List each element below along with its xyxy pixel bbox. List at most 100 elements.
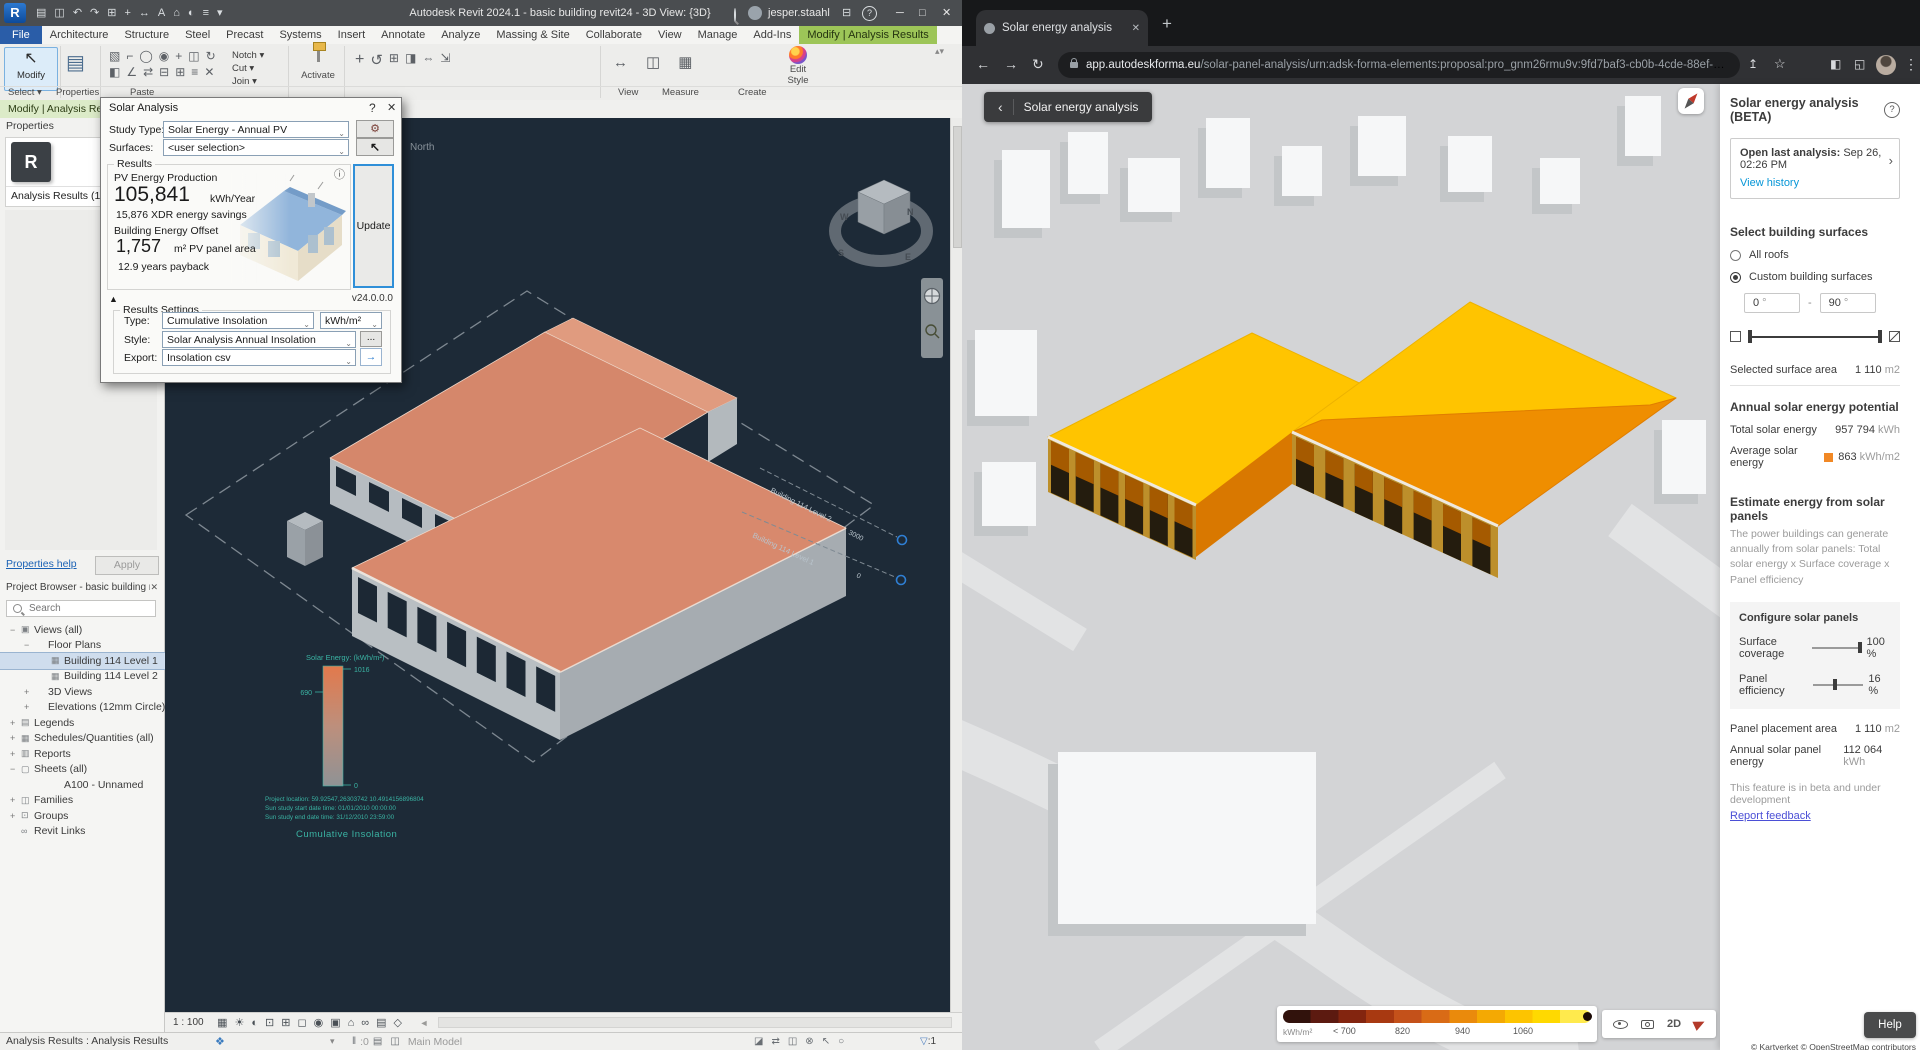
tree-item[interactable]: + ▤ Legends (0, 715, 165, 731)
efficiency-slider-handle[interactable] (1833, 679, 1837, 690)
ribbon-tab[interactable]: Manage (690, 26, 746, 44)
study-type-dropdown[interactable]: Solar Energy - Annual PV ⌄ (163, 121, 349, 138)
2d-mode-button[interactable]: 2D (1667, 1018, 1681, 1030)
print-icon[interactable]: ⊞ (107, 0, 116, 26)
tree-item[interactable]: − Floor Plans (0, 638, 165, 654)
back-chevron-icon[interactable]: ‹ (998, 99, 1003, 115)
align-tool-icon[interactable]: ⇔ (419, 50, 437, 70)
search-icon[interactable] (734, 8, 736, 22)
coverage-slider-handle[interactable] (1858, 642, 1862, 653)
extensions-puzzle-icon[interactable]: ◧ (1830, 57, 1841, 71)
tree-expander[interactable]: + (10, 811, 21, 821)
unlocked-view-icon[interactable]: ▣ (330, 1016, 340, 1029)
properties-help-link[interactable]: Properties help (6, 558, 77, 570)
type-dropdown[interactable]: Cumulative Insolation ⌄ (162, 312, 314, 329)
ribbon-tab[interactable]: Steel (177, 26, 218, 44)
ribbon-tab[interactable]: Precast (218, 26, 271, 44)
forma-canvas[interactable]: ‹ Solar energy analysis Solar energy ana… (962, 84, 1920, 1050)
pick-surfaces-button[interactable]: ↖ (356, 138, 394, 156)
ribbon-tab[interactable]: Insert (330, 26, 374, 44)
slope-range-slider[interactable] (1730, 331, 1900, 342)
array-tool-icon[interactable]: ⊞ (386, 50, 402, 70)
tree-item[interactable]: A100 - Unnamed (0, 777, 165, 793)
ribbon-tab[interactable]: Collaborate (578, 26, 650, 44)
sync-status-icon[interactable]: ❖ (215, 1035, 225, 1048)
share-icon[interactable]: ↥ (1748, 57, 1758, 71)
select-panel-label[interactable]: Select ▾ (8, 87, 42, 98)
array-icon[interactable]: ⊞ (172, 64, 188, 80)
select-pinned-icon[interactable]: ↖ (822, 1036, 830, 1047)
tree-expander[interactable]: + (10, 733, 21, 743)
copy-icon[interactable]: ◫ (185, 48, 202, 64)
profile-avatar[interactable] (1876, 55, 1896, 75)
worksharing-display-icon[interactable]: ▤ (376, 1016, 386, 1029)
dialog-help-icon[interactable]: ? (369, 101, 376, 115)
save-icon[interactable]: ◫ (54, 0, 64, 26)
visibility-eye-icon[interactable] (1613, 1020, 1628, 1029)
tree-expander[interactable]: − (24, 640, 35, 650)
slider-handle-min[interactable] (1748, 330, 1752, 343)
viewcube[interactable]: N W S E (835, 180, 927, 262)
report-feedback-link[interactable]: Report feedback (1730, 810, 1811, 822)
export-dropdown[interactable]: Insolation csv ⌄ (162, 349, 356, 366)
navigation-bar[interactable] (921, 278, 943, 358)
efficiency-slider[interactable] (1813, 684, 1863, 686)
solar-analysis-dialog[interactable]: Solar Analysis ? ✕ Study Type: Solar Ene… (100, 97, 402, 383)
cope-icon[interactable]: ⌐ (123, 48, 136, 64)
view-history-link[interactable]: View history (1740, 177, 1799, 189)
tree-item[interactable]: ∞ Revit Links (0, 824, 165, 840)
design-options-icon[interactable]: ▤ (373, 1036, 382, 1047)
viewcube-east[interactable]: E (905, 252, 911, 262)
cut-button[interactable]: Cut ▾ (232, 62, 264, 75)
energy-legend[interactable]: kWh/m² < 700 820 940 1060 (1277, 1006, 1597, 1042)
move-icon[interactable]: + (172, 48, 185, 64)
scale-tool-icon[interactable]: ⇲ (437, 50, 453, 70)
mirror-icon[interactable]: ◧ (106, 64, 123, 80)
tree-expander[interactable]: − (10, 625, 21, 635)
rotate-icon[interactable]: ↻ (203, 48, 219, 64)
link-icon[interactable]: ◫ (390, 1036, 399, 1047)
close-icon[interactable]: ✕ (150, 582, 158, 593)
tree-item[interactable]: + ◫ Families (0, 793, 165, 809)
rotate-tool-icon[interactable]: ↺ (367, 50, 386, 70)
collapse-icon[interactable]: ▲ (109, 294, 118, 304)
help-button[interactable]: Help (1864, 1012, 1916, 1038)
slider-track[interactable] (1748, 336, 1882, 338)
surfaces-dropdown[interactable]: <user selection> ⌄ (163, 139, 349, 156)
angle-max-input[interactable]: 90 ° (1820, 293, 1876, 313)
drag-elements-icon[interactable]: ◫ (788, 1036, 797, 1047)
show-crop-icon[interactable]: ⊞ (281, 1016, 290, 1029)
default-3d-view-icon[interactable]: ⌂ (173, 0, 180, 26)
project-browser-header[interactable]: Project Browser - basic building revi... (6, 582, 150, 593)
sun-path-icon[interactable]: ☀ (235, 1016, 245, 1029)
level-head-icon[interactable] (897, 576, 906, 585)
mirror-tool-icon[interactable]: ◨ (402, 50, 419, 70)
activate-button[interactable]: Activate (296, 48, 340, 81)
radio-icon[interactable] (1730, 250, 1741, 261)
tree-item[interactable]: + ▦ Schedules/Quantities (all) (0, 731, 165, 747)
delete-icon[interactable]: ✕ (201, 64, 217, 80)
select-underlay-icon[interactable]: ○ (838, 1036, 844, 1047)
viewcube-south[interactable]: S (838, 248, 844, 258)
style-dropdown[interactable]: Solar Analysis Annual Insolation ⌄ (162, 331, 356, 348)
align-icon[interactable]: ≡ (188, 64, 201, 80)
dialog-close-icon[interactable]: ✕ (387, 101, 396, 114)
ribbon-tab[interactable]: Analyze (433, 26, 488, 44)
measure-tool-icon[interactable]: ↔ (610, 53, 631, 72)
temporary-hide-icon[interactable]: ◻ (297, 1016, 306, 1029)
crop-view-icon[interactable]: ⊡ (265, 1016, 274, 1029)
chevron-down-icon[interactable]: ▾ (330, 1036, 335, 1047)
undo-icon[interactable]: ↶ (73, 0, 82, 26)
url-bar[interactable]: app.autodeskforma.eu/solar-panel-analysi… (1058, 52, 1740, 78)
constraints-icon[interactable]: ∞ (361, 1017, 369, 1029)
notch-button[interactable]: Notch ▾ (232, 49, 264, 62)
view-window-icon[interactable]: ◫ (643, 52, 663, 72)
tree-item[interactable]: − ▣ Views (all) (0, 622, 165, 638)
file-open-icon[interactable]: ▤ (36, 0, 46, 26)
ribbon-tab[interactable]: File (0, 26, 42, 44)
exclude-options-icon[interactable]: ⊗ (805, 1036, 813, 1047)
tree-expander[interactable]: + (10, 749, 21, 759)
coverage-slider[interactable] (1812, 647, 1862, 649)
custom-surfaces-option[interactable]: Custom building surfaces (1730, 271, 1900, 283)
search-input[interactable] (27, 602, 146, 615)
